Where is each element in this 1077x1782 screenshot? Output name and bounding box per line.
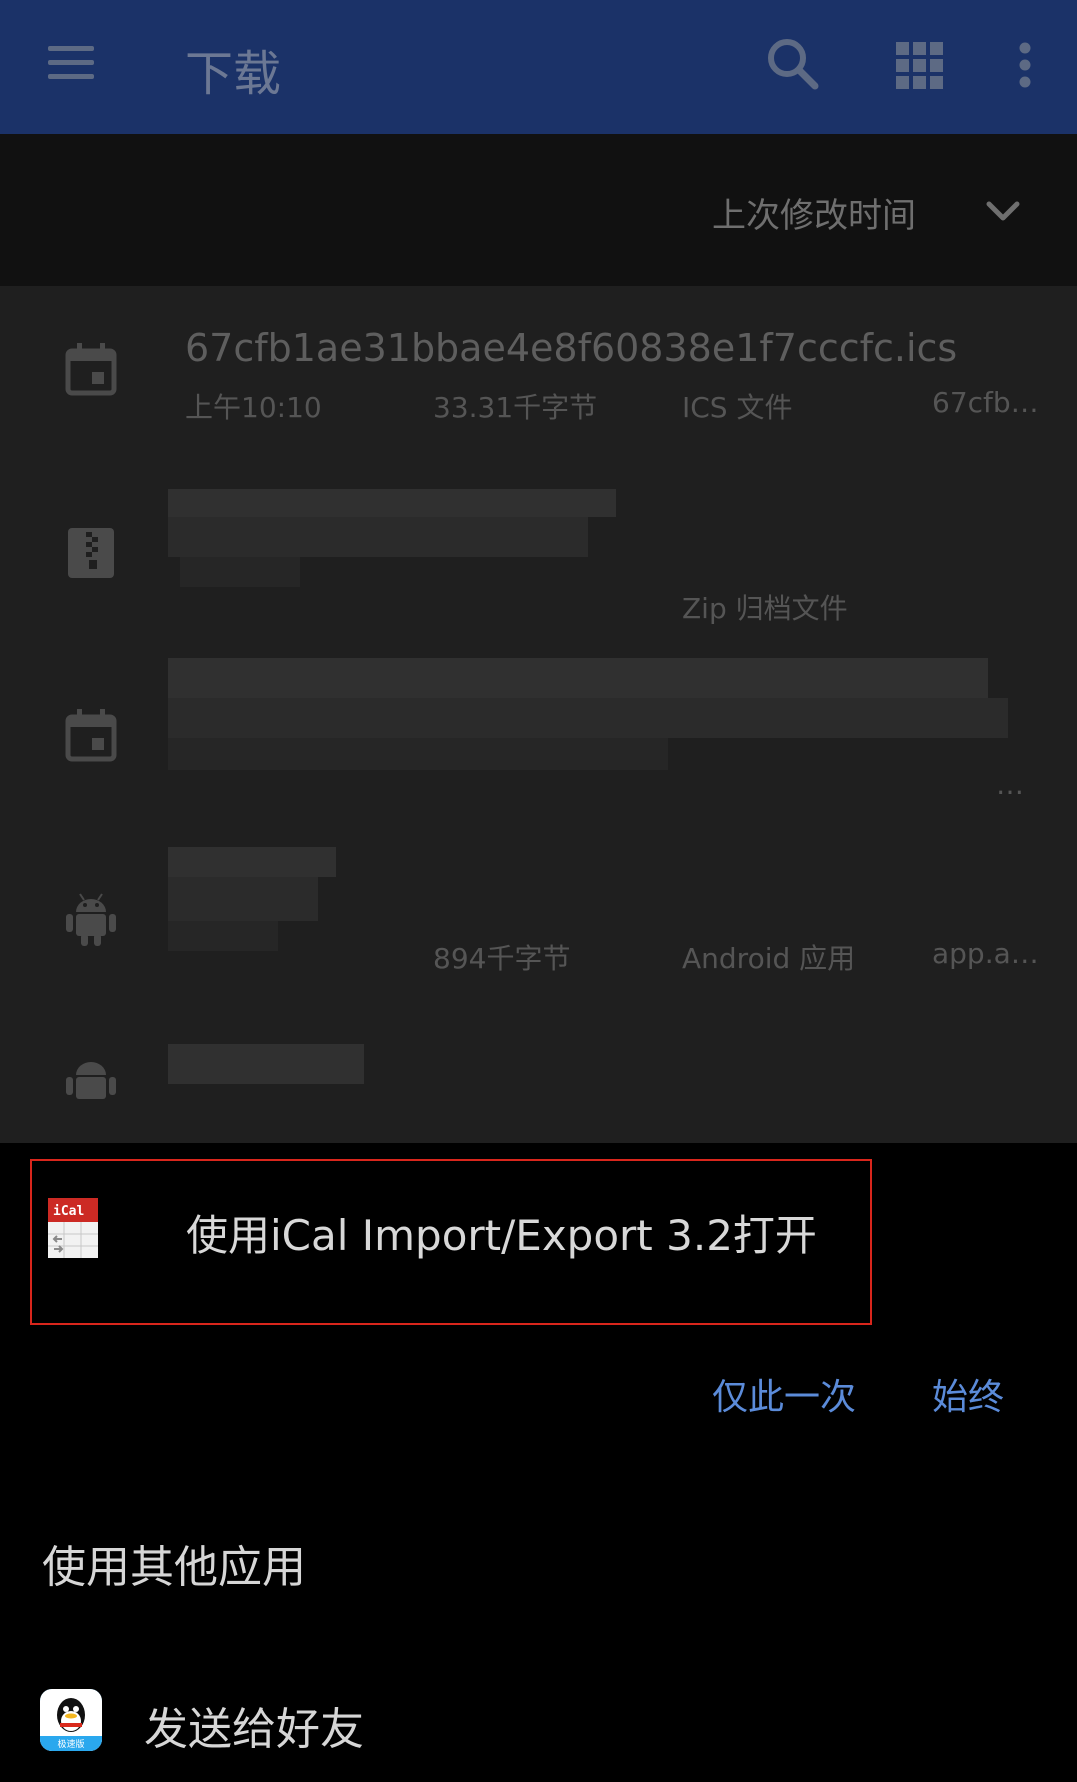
- file-row[interactable]: 67cfb1ae31bbae4e8f60838e1f7cccfc.ics 上午1…: [0, 286, 1077, 469]
- file-row[interactable]: [0, 1018, 1077, 1143]
- open-with-label: 使用iCal Import/Export 3.2打开: [186, 1211, 817, 1260]
- more-vert-icon[interactable]: [1000, 36, 1050, 96]
- other-apps-heading: 使用其他应用: [42, 1542, 306, 1593]
- file-name: 67cfb1ae31bbae4e8f60838e1f7cccfc.ics: [185, 326, 958, 370]
- calendar-icon: [62, 341, 120, 399]
- sort-label[interactable]: 上次修改时间: [712, 188, 916, 237]
- sort-bar: 上次修改时间: [0, 134, 1077, 286]
- share-label: 发送给好友: [144, 1704, 364, 1755]
- action-row: 仅此一次 始终: [0, 1368, 1077, 1438]
- blurred-file-name: [168, 698, 1008, 738]
- android-icon: [62, 1053, 120, 1111]
- calendar-icon: [62, 707, 120, 765]
- file-row[interactable]: Zip 归档文件: [0, 469, 1077, 652]
- file-row[interactable]: …: [0, 652, 1077, 835]
- blurred-file-name: [168, 489, 616, 517]
- qq-icon-badge: 极速版: [57, 1738, 84, 1750]
- share-to-friend-option[interactable]: 极速版 发送给好友: [0, 1663, 1077, 1763]
- search-icon[interactable]: [760, 32, 830, 98]
- blurred-file-meta: [180, 557, 300, 587]
- menu-icon[interactable]: [40, 40, 100, 90]
- file-time: 上午10:10: [185, 391, 322, 424]
- grid-view-icon[interactable]: [890, 36, 950, 96]
- just-once-button[interactable]: 仅此一次: [712, 1368, 856, 1420]
- blurred-file-name: [168, 517, 588, 557]
- blurred-file-meta: [168, 921, 278, 951]
- file-type: Zip 归档文件: [682, 592, 848, 625]
- page-title: 下载: [185, 46, 282, 102]
- qq-app-icon: 极速版: [40, 1689, 102, 1751]
- always-button[interactable]: 始终: [932, 1368, 1004, 1420]
- app-bar: 下载: [0, 0, 1077, 134]
- file-list: 67cfb1ae31bbae4e8f60838e1f7cccfc.ics 上午1…: [0, 286, 1077, 1143]
- open-with-ical-option[interactable]: iCal 使用iCal Import/Export 3.2打开: [30, 1159, 872, 1325]
- zip-icon: [62, 524, 120, 582]
- file-row[interactable]: 894千字节 Android 应用 app.a…: [0, 835, 1077, 1018]
- file-type: ICS 文件: [682, 391, 793, 424]
- file-size: 894千字节: [433, 942, 571, 975]
- file-type: Android 应用: [682, 942, 856, 975]
- open-with-sheet: iCal 使用iCal Import/Export 3.2打开 仅此一次 始终 …: [0, 1143, 1077, 1782]
- file-path: app.a…: [932, 937, 1039, 970]
- ical-icon-text: iCal: [53, 1204, 84, 1219]
- ical-app-icon: iCal: [48, 1198, 98, 1258]
- blurred-file-name: [168, 1044, 364, 1084]
- file-path: 67cfb…: [932, 386, 1039, 419]
- file-path: …: [996, 768, 1024, 801]
- file-size: 33.31千字节: [433, 391, 598, 424]
- blurred-file-name: [168, 658, 988, 698]
- chevron-down-icon[interactable]: [980, 188, 1026, 234]
- blurred-file-name: [168, 877, 318, 921]
- blurred-file-name: [168, 847, 336, 877]
- blurred-file-meta: [168, 738, 668, 770]
- android-icon: [62, 890, 120, 948]
